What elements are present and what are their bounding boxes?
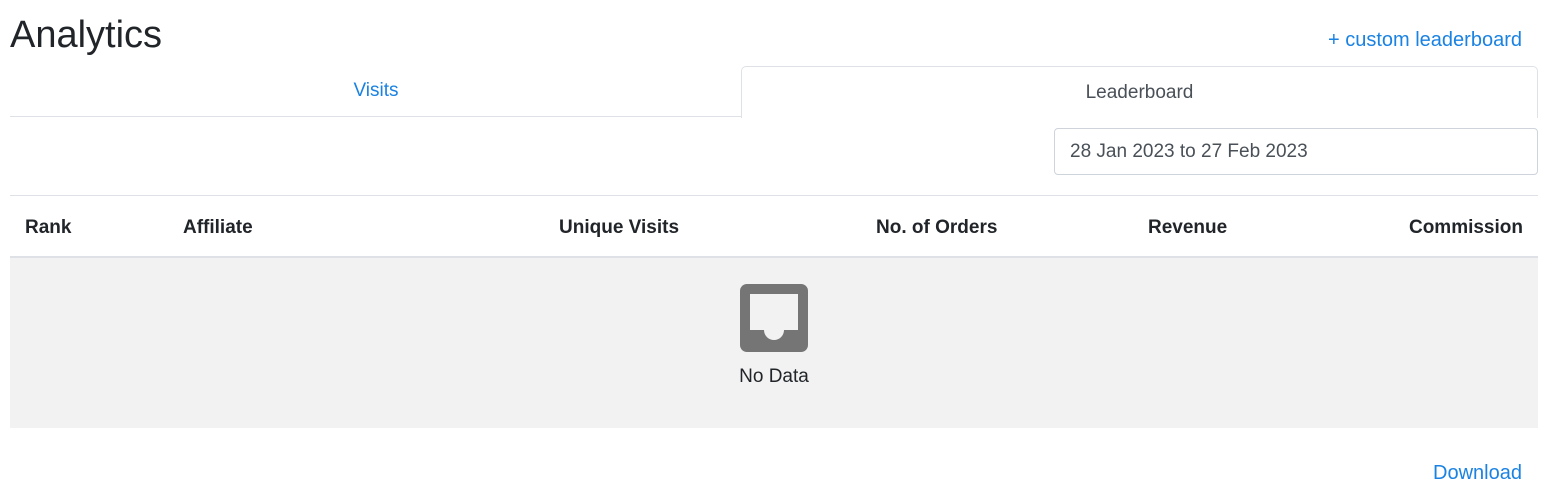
custom-leaderboard-link[interactable]: + custom leaderboard xyxy=(1328,28,1522,52)
column-header-revenue: Revenue xyxy=(1148,217,1228,238)
tab-visits[interactable]: Visits xyxy=(10,66,742,117)
column-header-orders: No. of Orders xyxy=(876,217,998,238)
tab-leaderboard[interactable]: Leaderboard xyxy=(741,66,1538,118)
analytics-page: Analytics + custom leaderboard Visits Le… xyxy=(0,0,1547,495)
page-title: Analytics xyxy=(10,14,163,56)
tab-bar: Visits Leaderboard xyxy=(10,66,1538,118)
inbox-icon xyxy=(740,284,808,352)
date-range-input[interactable] xyxy=(1054,128,1538,175)
leaderboard-table-header: Rank Affiliate Unique Visits No. of Orde… xyxy=(10,196,1538,258)
empty-state: No Data xyxy=(10,258,1538,428)
download-link[interactable]: Download xyxy=(1433,461,1522,485)
column-header-commission: Commission xyxy=(1408,217,1523,238)
column-header-affiliate: Affiliate xyxy=(183,217,253,238)
empty-state-text: No Data xyxy=(739,366,809,387)
column-header-unique-visits: Unique Visits xyxy=(559,217,680,238)
column-header-rank: Rank xyxy=(25,217,72,238)
